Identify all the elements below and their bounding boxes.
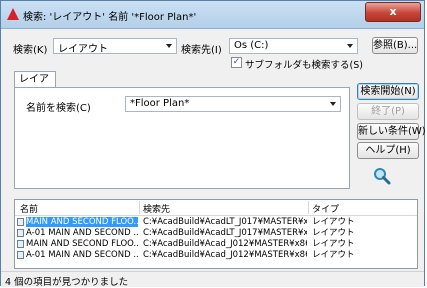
result-row[interactable]: A-01 MAIN AND SECOND ... C:¥AcadBuild¥Ac… xyxy=(15,228,417,238)
column-header-name[interactable]: 名前 xyxy=(20,202,38,215)
result-type: レイアウト xyxy=(312,250,355,260)
search-location-value: Os (C:) xyxy=(234,40,269,51)
chevron-down-icon xyxy=(166,44,172,48)
result-location: C:¥AcadBuild¥Acad_J012¥MASTER¥x86¥acad..… xyxy=(143,239,307,249)
name-search-input[interactable]: *Floor Plan* xyxy=(125,96,341,112)
window-title: 検索: 'レイアウト' 名前 '*Floor Plan*' xyxy=(23,12,197,23)
status-text: 4 個の項目が見つかりました xyxy=(5,277,129,288)
result-name: A-01 MAIN AND SECOND ... xyxy=(26,228,138,238)
name-search-value: *Floor Plan* xyxy=(130,98,190,109)
column-divider[interactable] xyxy=(308,201,309,214)
search-type-dropdown[interactable]: レイアウト xyxy=(53,38,177,55)
title-bar[interactable]: 検索: 'レイアウト' 名前 '*Floor Plan*' x xyxy=(1,1,424,29)
new-search-button[interactable]: 新しい条件(W) xyxy=(357,123,426,140)
browse-button[interactable]: 参照(B)... xyxy=(372,37,418,54)
search-type-value: レイアウト xyxy=(58,44,108,55)
results-list[interactable]: 名前 検索先 タイプ MAIN AND SECOND FLOO... C:¥Ac… xyxy=(14,199,418,269)
chevron-down-icon xyxy=(330,102,336,106)
search-type-label: 検索(K) xyxy=(13,45,48,56)
column-header-location[interactable]: 検索先 xyxy=(143,202,170,215)
layout-file-icon xyxy=(17,251,24,259)
result-type: レイアウト xyxy=(312,217,355,227)
result-row[interactable]: MAIN AND SECOND FLOO... C:¥AcadBuild¥Aca… xyxy=(15,239,417,249)
magnifier-icon xyxy=(374,168,391,185)
search-location-label: 検索先(I) xyxy=(181,45,222,56)
autocad-app-icon xyxy=(7,8,19,20)
results-list-header: 名前 検索先 タイプ xyxy=(15,200,417,216)
status-bar: 4 個の項目が見つかりました xyxy=(1,271,424,288)
layout-tab-panel: 名前を検索(C) *Floor Plan* xyxy=(14,87,350,189)
result-name: MAIN AND SECOND FLOO... xyxy=(26,217,138,227)
chevron-down-icon xyxy=(347,44,353,48)
subfolders-checkbox[interactable]: ✓ xyxy=(231,57,242,68)
close-button[interactable]: x xyxy=(365,2,421,22)
tab-layout[interactable]: レイアウト xyxy=(14,71,56,101)
name-search-label: 名前を検索(C) xyxy=(26,103,91,114)
result-row[interactable]: A-01 MAIN AND SECOND ... C:¥AcadBuild¥Ac… xyxy=(15,250,417,260)
result-row[interactable]: MAIN AND SECOND FLOO... C:¥AcadBuild¥Aca… xyxy=(15,217,417,227)
result-type: レイアウト xyxy=(312,228,355,238)
layout-file-icon xyxy=(17,229,24,237)
layout-file-icon xyxy=(17,218,24,226)
column-header-type[interactable]: タイプ xyxy=(312,202,339,215)
result-location: C:¥AcadBuild¥AcadLT_J017¥MASTER¥x86¥ac..… xyxy=(143,217,307,227)
stop-button[interactable]: 終了(P) xyxy=(357,103,419,120)
result-name: MAIN AND SECOND FLOO... xyxy=(26,239,138,249)
column-divider[interactable] xyxy=(139,201,140,214)
start-search-button[interactable]: 検索開始(N) xyxy=(357,83,419,100)
result-name: A-01 MAIN AND SECOND ... xyxy=(26,250,138,260)
subfolders-label: サブフォルダも検索する(S) xyxy=(245,60,363,71)
result-location: C:¥AcadBuild¥Acad_J012¥MASTER¥x86¥acad..… xyxy=(143,250,307,260)
find-dialog: 検索: 'レイアウト' 名前 '*Floor Plan*' x 検索(K) レイ… xyxy=(0,0,426,288)
result-location: C:¥AcadBuild¥AcadLT_J017¥MASTER¥x86¥ac..… xyxy=(143,228,307,238)
result-type: レイアウト xyxy=(312,239,355,249)
search-location-dropdown[interactable]: Os (C:) xyxy=(229,38,358,54)
layout-file-icon xyxy=(17,240,24,248)
help-button[interactable]: ヘルプ(H) xyxy=(357,142,419,159)
